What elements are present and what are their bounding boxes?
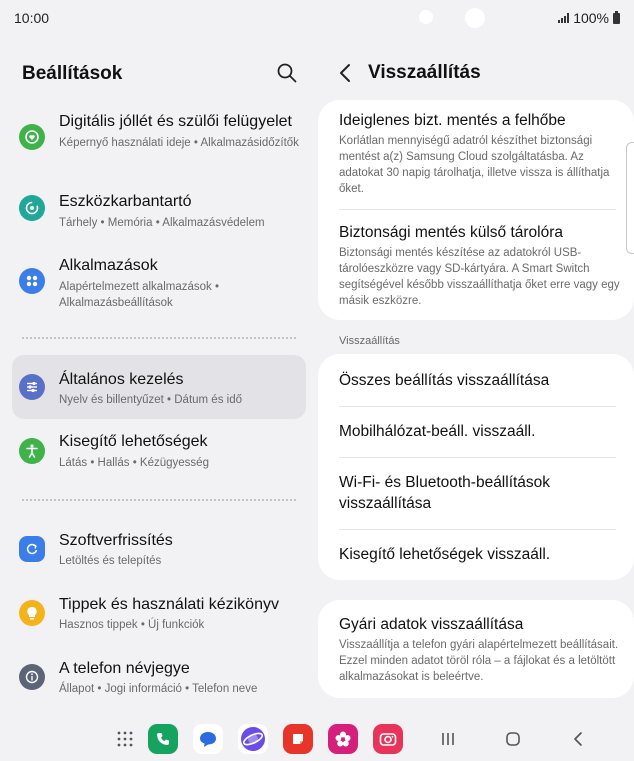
taskbar <box>0 716 634 761</box>
item-title: Gyári adatok visszaállítása <box>339 616 524 633</box>
menu-item-subtitle: Látás • Hallás • Kézügyesség <box>59 457 209 469</box>
menu-item-label: Digitális jóllét és szülői felügyelet <box>59 113 292 130</box>
cloud-backup-item[interactable]: Ideiglenes bizt. mentés a felhőbe Korlát… <box>339 110 621 197</box>
menu-item-label: Eszközkarbantartó <box>59 193 192 210</box>
factory-reset-card: Gyári adatok visszaállítása Visszaállítj… <box>318 600 634 698</box>
menu-item-tips[interactable]: Tippek és használati kézikönyv Hasznos t… <box>12 594 306 638</box>
item-title: Biztonsági mentés külső tárolóra <box>339 224 564 241</box>
camera-cutout-icon <box>465 8 485 28</box>
external-backup-item[interactable]: Biztonsági mentés külső tárolóra Biztons… <box>339 222 621 309</box>
menu-item-label: Általános kezelés <box>59 371 184 388</box>
menu-item-label: Kisegítő lehetőségek <box>59 433 208 450</box>
back-arrow-icon[interactable] <box>338 63 354 83</box>
menu-item-subtitle: Tárhely • Memória • Alkalmazásvédelem <box>59 217 265 229</box>
info-icon <box>19 664 45 690</box>
reset-pane: Visszaállítás Ideiglenes bizt. mentés a … <box>318 36 634 716</box>
divider <box>339 529 616 530</box>
factory-reset-item[interactable]: Gyári adatok visszaállítása Visszaállítj… <box>339 614 621 685</box>
status-bar: 10:00 100% <box>0 0 634 36</box>
reset-wifi-bluetooth-item[interactable]: Wi-Fi- és Bluetooth-beállítások visszaál… <box>339 472 621 514</box>
item-description: Biztonsági mentés készítése az adatokról… <box>339 247 620 307</box>
menu-item-label: Szoftverfrissítés <box>59 532 173 549</box>
recent-apps-icon[interactable] <box>438 729 458 749</box>
battery-icon <box>613 10 620 24</box>
item-title: Ideiglenes bizt. mentés a felhőbe <box>339 112 566 129</box>
reset-network-item[interactable]: Mobilhálózat-beáll. visszaáll. <box>339 421 621 442</box>
accessibility-icon <box>19 438 45 464</box>
camera-icon[interactable] <box>373 724 403 754</box>
menu-item-about-phone[interactable]: A telefon névjegye Állapot • Jogi inform… <box>12 658 306 702</box>
search-icon[interactable] <box>276 62 298 84</box>
lightbulb-icon <box>19 600 45 626</box>
settings-pane: Beállítások Digitális jóllét és szülői f… <box>0 36 316 716</box>
menu-item-subtitle: Letöltés és telepítés <box>59 555 162 567</box>
apps-grid-icon <box>19 268 45 294</box>
page-title: Beállítások <box>22 63 123 84</box>
update-icon <box>19 536 45 562</box>
device-care-icon <box>19 195 45 221</box>
phone-icon[interactable] <box>148 724 178 754</box>
menu-item-accessibility[interactable]: Kisegítő lehetőségek Látás • Hallás • Ké… <box>12 432 306 484</box>
gallery-icon[interactable] <box>328 724 358 754</box>
menu-item-subtitle: Hasznos tippek • Új funkciók <box>59 619 205 631</box>
menu-item-apps[interactable]: Alkalmazások Alapértelmezett alkalmazáso… <box>12 246 306 310</box>
signal-icon <box>558 13 570 23</box>
menu-item-subtitle: Állapot • Jogi információ • Telefon neve <box>59 683 258 695</box>
divider <box>339 209 616 210</box>
page-title: Visszaállítás <box>368 62 481 83</box>
item-description: Korlátlan mennyiségű adatról készíthet b… <box>339 135 610 195</box>
item-title: Wi-Fi- és Bluetooth-beállítások visszaál… <box>339 474 551 512</box>
reset-card: Összes beállítás visszaállítása Mobilhál… <box>318 354 634 580</box>
section-divider <box>22 499 296 501</box>
home-icon[interactable] <box>503 729 523 749</box>
section-divider <box>22 337 296 339</box>
menu-item-subtitle: Képernyő használati ideje • Alkalmazásid… <box>59 137 299 149</box>
battery-percent: 100% <box>573 10 609 26</box>
menu-item-subtitle: Alapértelmezett alkalmazások • Alkalmazá… <box>59 281 219 309</box>
menu-item-general-management[interactable]: Általános kezelés Nyelv és billentyűzet … <box>12 355 306 419</box>
section-label: Visszaállítás <box>339 335 400 347</box>
menu-item-device-care[interactable]: Eszközkarbantartó Tárhely • Memória • Al… <box>12 182 306 234</box>
menu-item-label: Alkalmazások <box>59 257 158 274</box>
divider <box>339 406 616 407</box>
menu-item-digital-wellbeing[interactable]: Digitális jóllét és szülői felügyelet Ké… <box>12 102 306 166</box>
heart-circle-icon <box>19 124 45 150</box>
divider <box>339 457 616 458</box>
sliders-icon <box>19 374 45 400</box>
notes-icon[interactable] <box>283 724 313 754</box>
status-time: 10:00 <box>14 10 50 26</box>
apps-drawer-icon[interactable] <box>110 724 140 754</box>
messages-icon[interactable] <box>193 724 223 754</box>
reset-accessibility-item[interactable]: Kisegítő lehetőségek visszaáll. <box>339 544 621 565</box>
edge-panel-handle[interactable] <box>626 142 634 254</box>
camera-cutout-icon <box>419 10 433 24</box>
internet-icon[interactable] <box>238 724 268 754</box>
menu-item-subtitle: Nyelv és billentyűzet • Dátum és idő <box>59 394 242 406</box>
item-title: Összes beállítás visszaállítása <box>339 372 550 389</box>
backup-card: Ideiglenes bizt. mentés a felhőbe Korlát… <box>318 100 634 320</box>
back-nav-icon[interactable] <box>568 729 588 749</box>
item-description: Visszaállítja a telefon gyári alapértelm… <box>339 639 619 683</box>
menu-item-software-update[interactable]: Szoftverfrissítés Letöltés és telepítés <box>12 530 306 574</box>
item-title: Kisegítő lehetőségek visszaáll. <box>339 546 551 563</box>
item-title: Mobilhálózat-beáll. visszaáll. <box>339 423 536 440</box>
menu-item-label: A telefon névjegye <box>59 660 190 677</box>
status-indicators: 100% <box>558 10 620 26</box>
reset-all-settings-item[interactable]: Összes beállítás visszaállítása <box>339 370 621 391</box>
menu-item-label: Tippek és használati kézikönyv <box>59 596 279 613</box>
